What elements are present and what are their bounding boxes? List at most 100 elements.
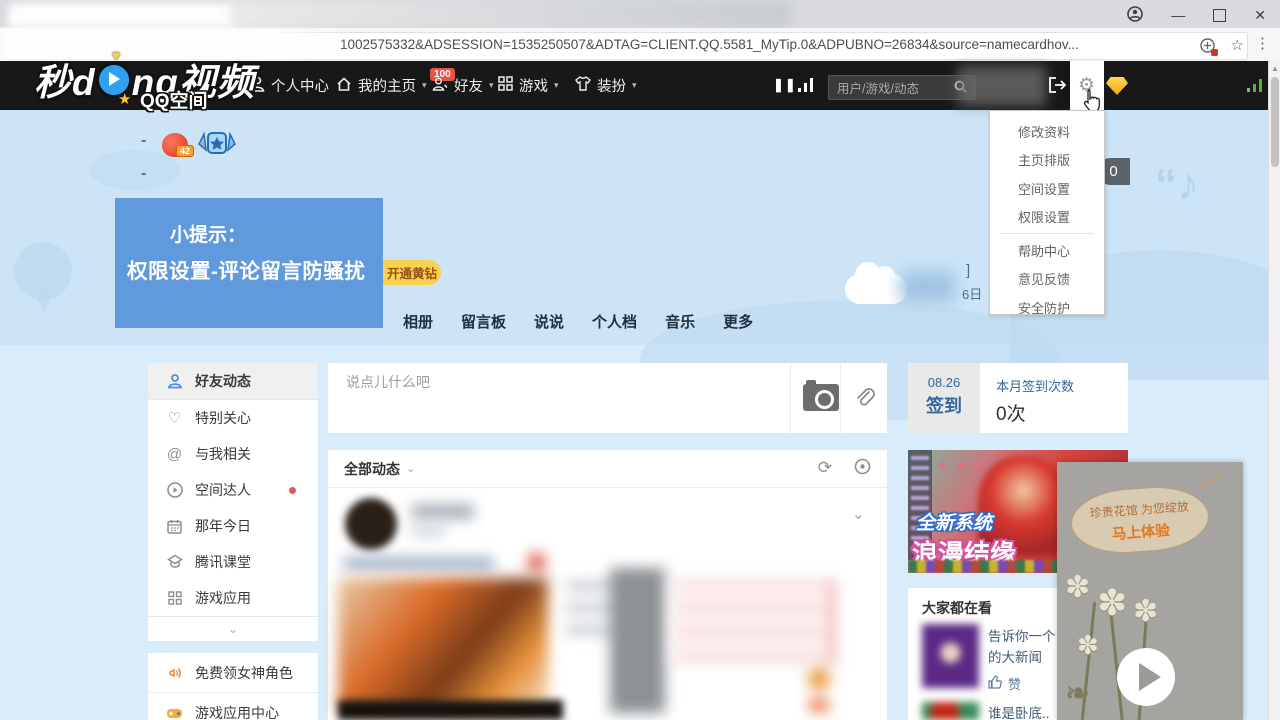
composer-divider [790,363,791,433]
name-dash-2: - [141,165,146,183]
feed-block: 全部动态 ⌄ ⟳ ⌄ [328,450,887,720]
camera-icon[interactable] [803,384,839,411]
wing-star-badge-icon[interactable] [198,130,236,163]
permission-icon[interactable] [1200,36,1215,54]
bookmark-star-icon[interactable]: ☆ [1231,36,1244,54]
date-partial: 6日 [962,284,982,303]
tab-personal-file[interactable]: 个人档 [592,311,637,332]
nav-personal-center[interactable]: 个人中心 [250,75,329,96]
signin-date-box[interactable]: 08.26 签到 [908,363,980,433]
thumbs-up-icon[interactable] [988,675,1002,692]
sidebar-collapse-button[interactable]: ⌄ [148,616,318,641]
video-play-button[interactable] [1117,648,1175,706]
nav-my-home[interactable]: 我的主页 ▾ [336,75,427,96]
watching-thumb-1[interactable] [922,624,979,688]
gamepad-icon [166,704,183,720]
profile-icon[interactable] [1127,6,1143,25]
deco-pin-tail [33,288,55,314]
nav-decoration[interactable]: 装扮 ▾ [575,75,637,96]
megaphone-icon [166,664,183,681]
leaf-stem [1200,475,1221,488]
refresh-icon[interactable]: ⟳ [818,458,832,480]
sidebar-item-game-app-center[interactable]: 游戏应用中心 [148,693,318,720]
name-dash-1: - [141,132,146,150]
post-avatar-blurred [345,498,397,550]
minimize-button[interactable]: — [1171,7,1185,23]
flower-leaf: ❧ [1065,676,1090,711]
menu-item-edit-profile[interactable]: 修改资料 [990,117,1104,146]
tab-music[interactable]: 音乐 [665,311,695,332]
watching-text-2[interactable]: 谁是卧底.. [988,703,1050,720]
chevron-down-icon: ▾ [632,80,637,91]
grid-icon [498,76,513,95]
scrollbar-up-arrow[interactable]: ▲ [1271,64,1279,73]
post-image-blurred [338,578,548,710]
deco-quote-note: “♪ [1155,160,1199,210]
sidebar-item-game-apps[interactable]: 游戏应用 [148,580,318,616]
menu-item-permission-settings[interactable]: 权限设置 [990,203,1104,232]
watermark-sub: QQ空间 [140,86,208,113]
menu-item-homepage-layout[interactable]: 主页排版 [990,146,1104,175]
watching-thumb-2[interactable] [922,702,979,720]
search-placeholder: 用户/游戏/动态 [837,78,919,97]
menu-item-help-center[interactable]: 帮助中心 [990,236,1104,265]
browser-tab[interactable] [8,3,238,28]
tab-more[interactable]: 更多 [723,311,753,332]
logout-icon[interactable] [1048,76,1068,99]
browser-scrollbar[interactable]: ▲ [1268,61,1280,720]
profile-tabs: 相册 留言板 说说 个人档 音乐 更多 [403,311,753,332]
scrollbar-thumb[interactable] [1271,77,1279,167]
sidebar-label: 空间达人 [195,480,251,500]
sidebar-label: 那年今日 [195,516,251,536]
close-button[interactable]: ✕ [1254,7,1266,24]
nav-friends[interactable]: 好友 ▾ [432,75,494,96]
sidebar-item-tencent-classroom[interactable]: 腾讯课堂 [148,544,318,580]
window-controls: — ✕ [1127,4,1266,26]
weather-cloud-icon [845,274,907,304]
menu-divider [1000,233,1094,234]
signin-label: 签到 [908,392,980,418]
browser-menu-icon[interactable]: ⋮ [1255,34,1270,52]
signin-stat-label: 本月签到次数 [996,376,1128,395]
play-circle-icon [166,482,183,499]
feed-filter[interactable]: 全部动态 [344,459,400,479]
watching-text-1[interactable]: 告诉你一个 的大新闻 [988,626,1056,668]
flower-blossom: ✽ [1133,594,1158,629]
chevron-down-icon[interactable]: ⌄ [852,505,865,523]
flower-blossom: ✽ [1065,570,1090,605]
stats-bars-icon[interactable] [797,76,817,99]
open-yellow-diamond-button[interactable]: 开通黄钻 [383,260,441,285]
sidebar-item-that-year-today[interactable]: 那年今日 [148,508,318,544]
weather-blur [900,272,955,302]
nav-label: 我的主页 [358,75,416,96]
nav-games[interactable]: 游戏 ▾ [498,75,559,96]
search-input[interactable]: 用户/游戏/动态 [828,75,976,100]
sidebar-item-special-care[interactable]: ♡ 特别关心 [148,400,318,436]
feed-settings-icon[interactable] [854,458,871,480]
tab-message-board[interactable]: 留言板 [461,311,506,332]
tab-shuoshuo[interactable]: 说说 [534,311,564,332]
nav-label: 个人中心 [271,75,329,96]
calendar-icon [166,518,183,535]
post-composer[interactable]: 说点儿什么吧 [328,363,887,433]
deco-cloud-left [90,150,180,190]
video-overlay-ad[interactable]: 珍贵花馆 为您绽放 马上体验 ✽ ✽ ✽ ✽ ❧ ❧ [1057,462,1243,720]
nav-label: 好友 [454,75,483,96]
menu-item-feedback[interactable]: 意见反馈 [990,265,1104,294]
restore-button[interactable] [1213,9,1226,22]
tab-albums[interactable]: 相册 [403,311,433,332]
red-dot-badge [289,487,296,494]
sidebar-item-free-goddess-role[interactable]: 免费领女神角色 [148,653,318,693]
chevron-down-icon[interactable]: ⌄ [406,462,415,475]
attachment-icon[interactable] [852,385,878,416]
heart-accent-icon: ♥ [112,47,120,63]
pause-icon[interactable]: ❚❚ [773,77,797,93]
sidebar-item-space-expert[interactable]: 空间达人 [148,472,318,508]
sidebar-item-related-to-me[interactable]: @ 与我相关 [148,436,318,472]
sidebar-label: 免费领女神角色 [195,663,293,683]
sidebar-item-friend-feeds[interactable]: 好友动态 [148,363,318,400]
sidebar-label: 腾讯课堂 [195,552,251,572]
menu-item-space-settings[interactable]: 空间设置 [990,174,1104,203]
menu-item-security[interactable]: 安全防护 [990,293,1104,322]
left-sidebar-extra: 免费领女神角色 游戏应用中心 [148,653,318,720]
